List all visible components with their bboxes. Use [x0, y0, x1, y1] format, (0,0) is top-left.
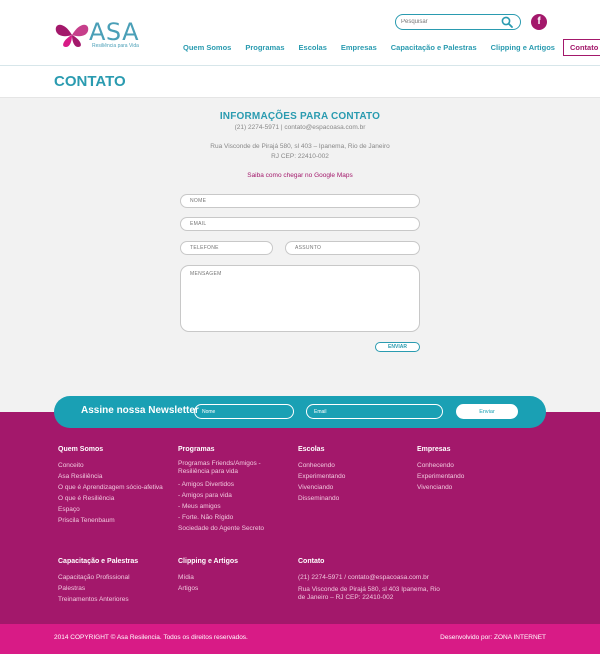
footer-contact-phone-email: (21) 2274-5971 / contato@espacoasa.com.b… — [298, 574, 429, 581]
footer-col-clipping: Clipping e Artigos Mídia Artigos — [178, 558, 288, 594]
contact-address-line1: Rua Visconde de Pirajá 580, sl 403 – Ipa… — [210, 143, 390, 150]
newsletter-email-input[interactable] — [306, 404, 443, 419]
footer-link[interactable]: Asa Resiliência — [58, 471, 173, 482]
footer-link[interactable]: Artigos — [178, 583, 288, 594]
footer-link[interactable]: Vivenciando — [298, 482, 408, 493]
footer-link[interactable]: Palestras — [58, 583, 173, 594]
main-nav: Quem Somos Programas Escolas Empresas Ca… — [180, 38, 600, 56]
contact-heading: INFORMAÇÕES PARA CONTATO — [219, 111, 381, 122]
footer-heading: Empresas — [417, 446, 451, 453]
footer-col-contato: Contato (21) 2274-5971 / contato@espacoa… — [298, 558, 448, 605]
footer-link[interactable]: Priscila Tenenbaum — [58, 515, 173, 526]
footer-link[interactable]: Espaço — [58, 504, 173, 515]
nav-quem-somos[interactable]: Quem Somos — [183, 43, 231, 52]
footer-link[interactable]: Vivenciando — [417, 482, 537, 493]
newsletter-submit-button[interactable]: Enviar — [456, 404, 518, 419]
search-input[interactable] — [396, 15, 496, 29]
footer-link[interactable]: Conhecendo — [417, 460, 537, 471]
footer-heading: Clipping e Artigos — [178, 558, 239, 565]
footer-link[interactable]: Conceito — [58, 460, 173, 471]
newsletter-bar: Assine nossa Newsletter Enviar — [54, 396, 546, 428]
contact-address-line2: RJ CEP: 22410-002 — [271, 153, 329, 160]
nav-escolas[interactable]: Escolas — [299, 43, 327, 52]
site-footer: Quem Somos Conceito Asa Resiliência O qu… — [0, 412, 600, 624]
footer-link[interactable]: O que é Aprendizagem sócio-afetiva — [58, 482, 173, 493]
nav-contato[interactable]: Contato — [562, 38, 600, 56]
search-box — [395, 14, 521, 30]
name-field[interactable] — [180, 194, 420, 208]
footer-contact-address: Rua Visconde de Pirajá 580, sl 403 Ipane… — [298, 586, 440, 601]
message-field[interactable] — [180, 265, 420, 332]
footer-link[interactable]: O que é Resiliência — [58, 493, 173, 504]
footer-link[interactable]: Sociedade do Agente Secreto — [178, 523, 278, 534]
footer-heading: Escolas — [298, 446, 325, 453]
search-icon[interactable] — [501, 16, 513, 28]
title-bar: CONTATO — [0, 67, 600, 98]
footer-link[interactable]: Conhecendo — [298, 460, 408, 471]
facebook-icon[interactable]: f — [531, 14, 547, 30]
footer-link[interactable]: - Meus amigos — [178, 501, 278, 512]
footer-link[interactable]: Experimentando — [417, 471, 537, 482]
page-title: CONTATO — [54, 73, 126, 90]
developer-credit[interactable]: Desenvolvido por: ZONA INTERNET — [440, 634, 546, 641]
newsletter-name-input[interactable] — [194, 404, 294, 419]
footer-link[interactable]: Capacitação Profissional — [58, 572, 173, 583]
nav-empresas[interactable]: Empresas — [341, 43, 377, 52]
footer-col-capacitacao: Capacitação e Palestras Capacitação Prof… — [58, 558, 173, 605]
nav-programas[interactable]: Programas — [245, 43, 284, 52]
site-header: ASA Resiliência para Vida f Quem Somos P… — [0, 0, 600, 66]
bottom-bar: 2014 COPYRIGHT © Asa Resilencia. Todos o… — [0, 624, 600, 654]
contact-section: INFORMAÇÕES PARA CONTATO (21) 2274-5971 … — [0, 98, 600, 412]
logo-text: ASA — [89, 18, 140, 46]
footer-link[interactable]: Treinamentos Anteriores — [58, 594, 173, 605]
logo[interactable]: ASA Resiliência para Vida — [54, 18, 150, 55]
nav-capacitacao[interactable]: Capacitação e Palestras — [391, 43, 477, 52]
copyright-text: 2014 COPYRIGHT © Asa Resilencia. Todos o… — [54, 634, 248, 641]
email-field[interactable] — [180, 217, 420, 231]
footer-heading: Contato — [298, 558, 325, 565]
footer-heading: Programas — [178, 446, 215, 453]
footer-col-quem-somos: Quem Somos Conceito Asa Resiliência O qu… — [58, 446, 173, 526]
footer-link[interactable]: - Forte. Não Rígido — [178, 512, 278, 523]
phone-field[interactable] — [180, 241, 273, 255]
footer-link[interactable]: - Amigos para vida — [178, 490, 278, 501]
contact-phone-email: (21) 2274-5971 | contato@espacoasa.com.b… — [234, 124, 366, 131]
footer-link[interactable]: Mídia — [178, 572, 288, 583]
footer-link[interactable]: - Amigos Divertidos — [178, 479, 278, 490]
footer-link[interactable]: Disseminando — [298, 493, 408, 504]
footer-heading: Quem Somos — [58, 446, 104, 453]
footer-col-programas: Programas Programas Friends/Amigos - Res… — [178, 446, 278, 534]
footer-heading: Capacitação e Palestras — [58, 558, 139, 565]
newsletter-title: Assine nossa Newsletter — [81, 405, 199, 416]
footer-link[interactable]: Experimentando — [298, 471, 408, 482]
logo-tagline: Resiliência para Vida — [92, 43, 139, 49]
subject-field[interactable] — [285, 241, 420, 255]
footer-col-empresas: Empresas Conhecendo Experimentando Viven… — [417, 446, 537, 493]
footer-link[interactable]: Programas Friends/Amigos - Resiliência p… — [178, 460, 278, 476]
butterfly-logo-icon — [55, 24, 89, 47]
nav-clipping[interactable]: Clipping e Artigos — [491, 43, 555, 52]
google-maps-link[interactable]: Saiba como chegar no Google Maps — [0, 172, 600, 179]
send-button[interactable]: ENVIAR — [375, 342, 420, 352]
footer-col-escolas: Escolas Conhecendo Experimentando Vivenc… — [298, 446, 408, 504]
